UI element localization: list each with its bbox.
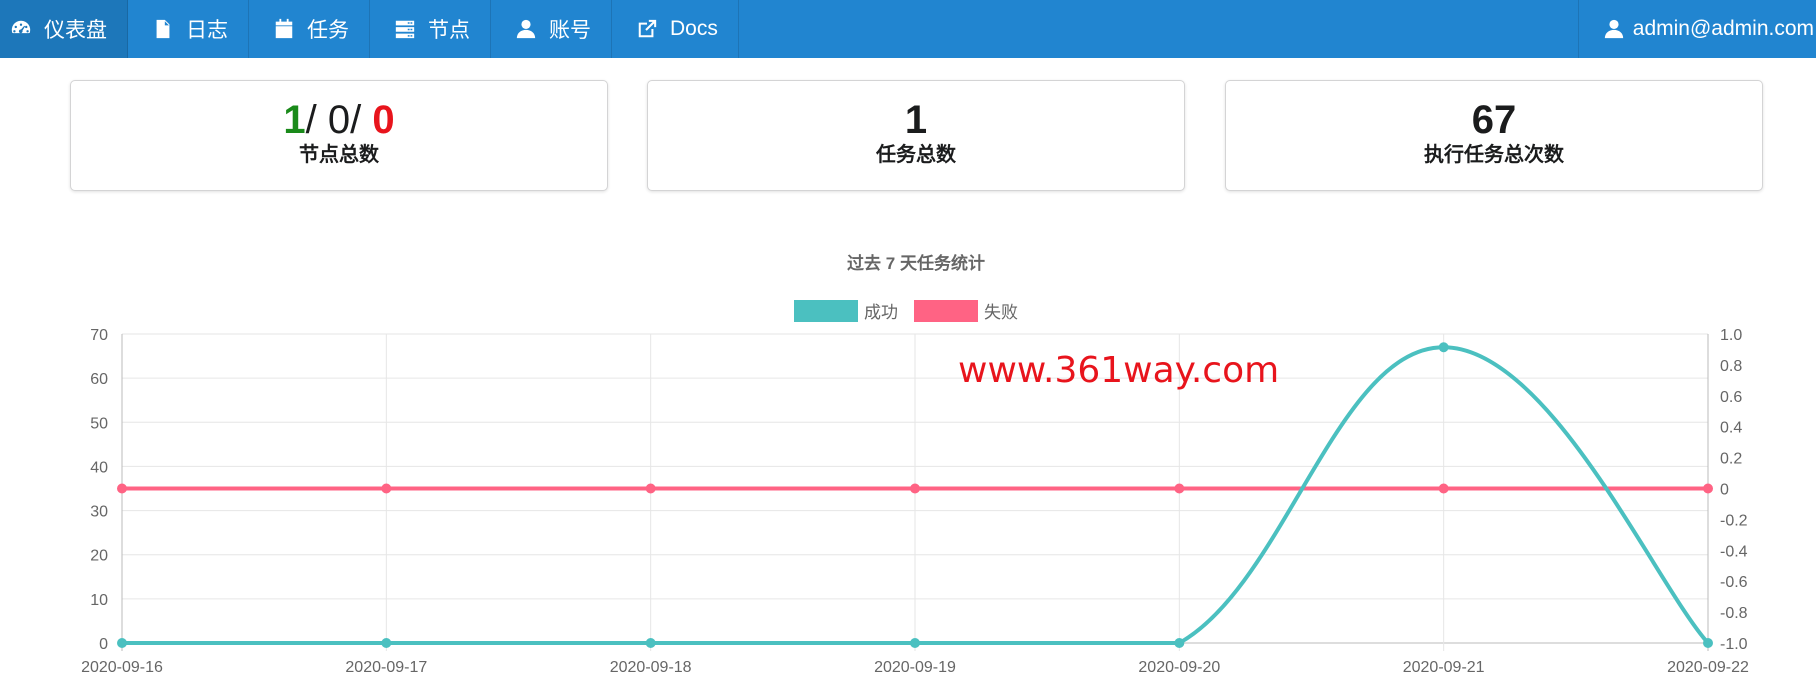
nav-label: 节点 [428, 19, 470, 42]
external-link-icon [636, 18, 658, 40]
nav-accounts[interactable]: 账号 [491, 0, 612, 58]
nav-label: Docs [670, 17, 718, 40]
separator: / [305, 98, 317, 142]
series-fail-point [645, 483, 656, 494]
y-right-tick-label: 0 [1720, 482, 1729, 499]
series-fail-point [1703, 483, 1713, 494]
x-tick-label: 2020-09-21 [1403, 659, 1485, 676]
separator: / [350, 98, 362, 142]
nodes-failed: 0 [372, 98, 395, 142]
series-success-point [381, 638, 392, 648]
y-right-tick-label: -1.0 [1720, 636, 1748, 653]
series-success-point [1703, 638, 1713, 648]
nodes-online: 1 [283, 98, 306, 142]
nav-logs[interactable]: 日志 [128, 0, 249, 58]
y-left-tick-label: 50 [90, 415, 108, 432]
task-count-label: 任务总数 [876, 144, 956, 166]
chart-title: 过去 7 天任务统计 [847, 254, 985, 273]
y-right-tick-label: 1.0 [1720, 327, 1742, 344]
nav-docs[interactable]: Docs [612, 0, 739, 58]
x-tick-label: 2020-09-18 [610, 659, 692, 676]
run-count-label: 执行任务总次数 [1424, 144, 1564, 166]
x-tick-label: 2020-09-17 [345, 659, 427, 676]
series-fail-point [1174, 483, 1185, 494]
server-icon [394, 18, 416, 40]
series-fail-point [381, 483, 392, 494]
run-count-value: 67 [1471, 98, 1517, 142]
top-navbar: 仪表盘 日志 任务 节点 账号 Docs admin@admin.com [0, 0, 1816, 58]
series-fail-point [1438, 483, 1449, 494]
nav-label: 日志 [186, 19, 228, 42]
y-left-tick-label: 30 [90, 504, 108, 521]
y-right-tick-label: 0.4 [1720, 420, 1742, 437]
user-email: admin@admin.com [1632, 17, 1814, 40]
run-count-card: 67 执行任务总次数 [1225, 80, 1763, 191]
file-icon [152, 18, 174, 40]
y-left-tick-label: 70 [90, 327, 108, 344]
nav-label: 仪表盘 [44, 19, 107, 42]
x-tick-label: 2020-09-22 [1667, 659, 1749, 676]
nav-user-menu[interactable]: admin@admin.com [1577, 0, 1816, 58]
series-fail-point [117, 483, 127, 494]
node-count-card: 1/ 0/ 0 节点总数 [70, 80, 608, 191]
x-tick-label: 2020-09-20 [1138, 659, 1220, 676]
y-left-tick-label: 60 [90, 371, 108, 388]
y-right-tick-label: 0.6 [1720, 389, 1742, 406]
series-success-point [1174, 638, 1185, 648]
calendar-icon [273, 18, 295, 40]
y-left-tick-label: 0 [99, 636, 108, 653]
nav-label: 账号 [549, 19, 591, 42]
nodes-offline: 0 [327, 98, 351, 142]
series-success-point [910, 638, 920, 648]
y-right-tick-label: -0.4 [1720, 543, 1748, 560]
series-success-point [1438, 342, 1449, 353]
y-right-tick-label: 0.2 [1720, 451, 1742, 468]
legend-swatch-fail [914, 299, 978, 322]
user-icon [1603, 18, 1625, 40]
y-right-tick-label: -0.2 [1720, 512, 1748, 529]
dashboard-icon [10, 18, 32, 40]
series-success-point [645, 638, 656, 648]
nav-tasks[interactable]: 任务 [249, 0, 370, 58]
y-right-tick-label: -0.8 [1720, 605, 1748, 622]
y-left-tick-label: 10 [90, 592, 108, 609]
watermark-text: www.361way.com [958, 350, 1280, 391]
nav-nodes[interactable]: 节点 [370, 0, 491, 58]
nav-dashboard[interactable]: 仪表盘 [0, 0, 128, 58]
x-tick-label: 2020-09-16 [81, 659, 163, 676]
y-right-tick-label: 0.8 [1720, 358, 1742, 375]
node-count-label: 节点总数 [299, 144, 379, 166]
task-count-card: 1 任务总数 [647, 80, 1185, 191]
nav-label: 任务 [307, 19, 349, 42]
node-count-value: 1/ 0/ 0 [71, 97, 607, 143]
y-left-tick-label: 20 [90, 548, 108, 565]
x-tick-label: 2020-09-19 [874, 659, 956, 676]
task-line-chart: 0 10 20 30 40 50 60 70 -1.0 -0.8 -0.6 -0.4 -0.2 0 0.2 0… [81, 327, 1749, 676]
legend-swatch-success [794, 299, 858, 322]
series-fail-point [910, 483, 920, 494]
y-left-tick-label: 40 [90, 459, 108, 476]
series-success-point [117, 638, 127, 648]
task-count-value: 1 [904, 98, 928, 142]
y-right-tick-label: -0.6 [1720, 574, 1748, 591]
user-icon [515, 18, 537, 40]
